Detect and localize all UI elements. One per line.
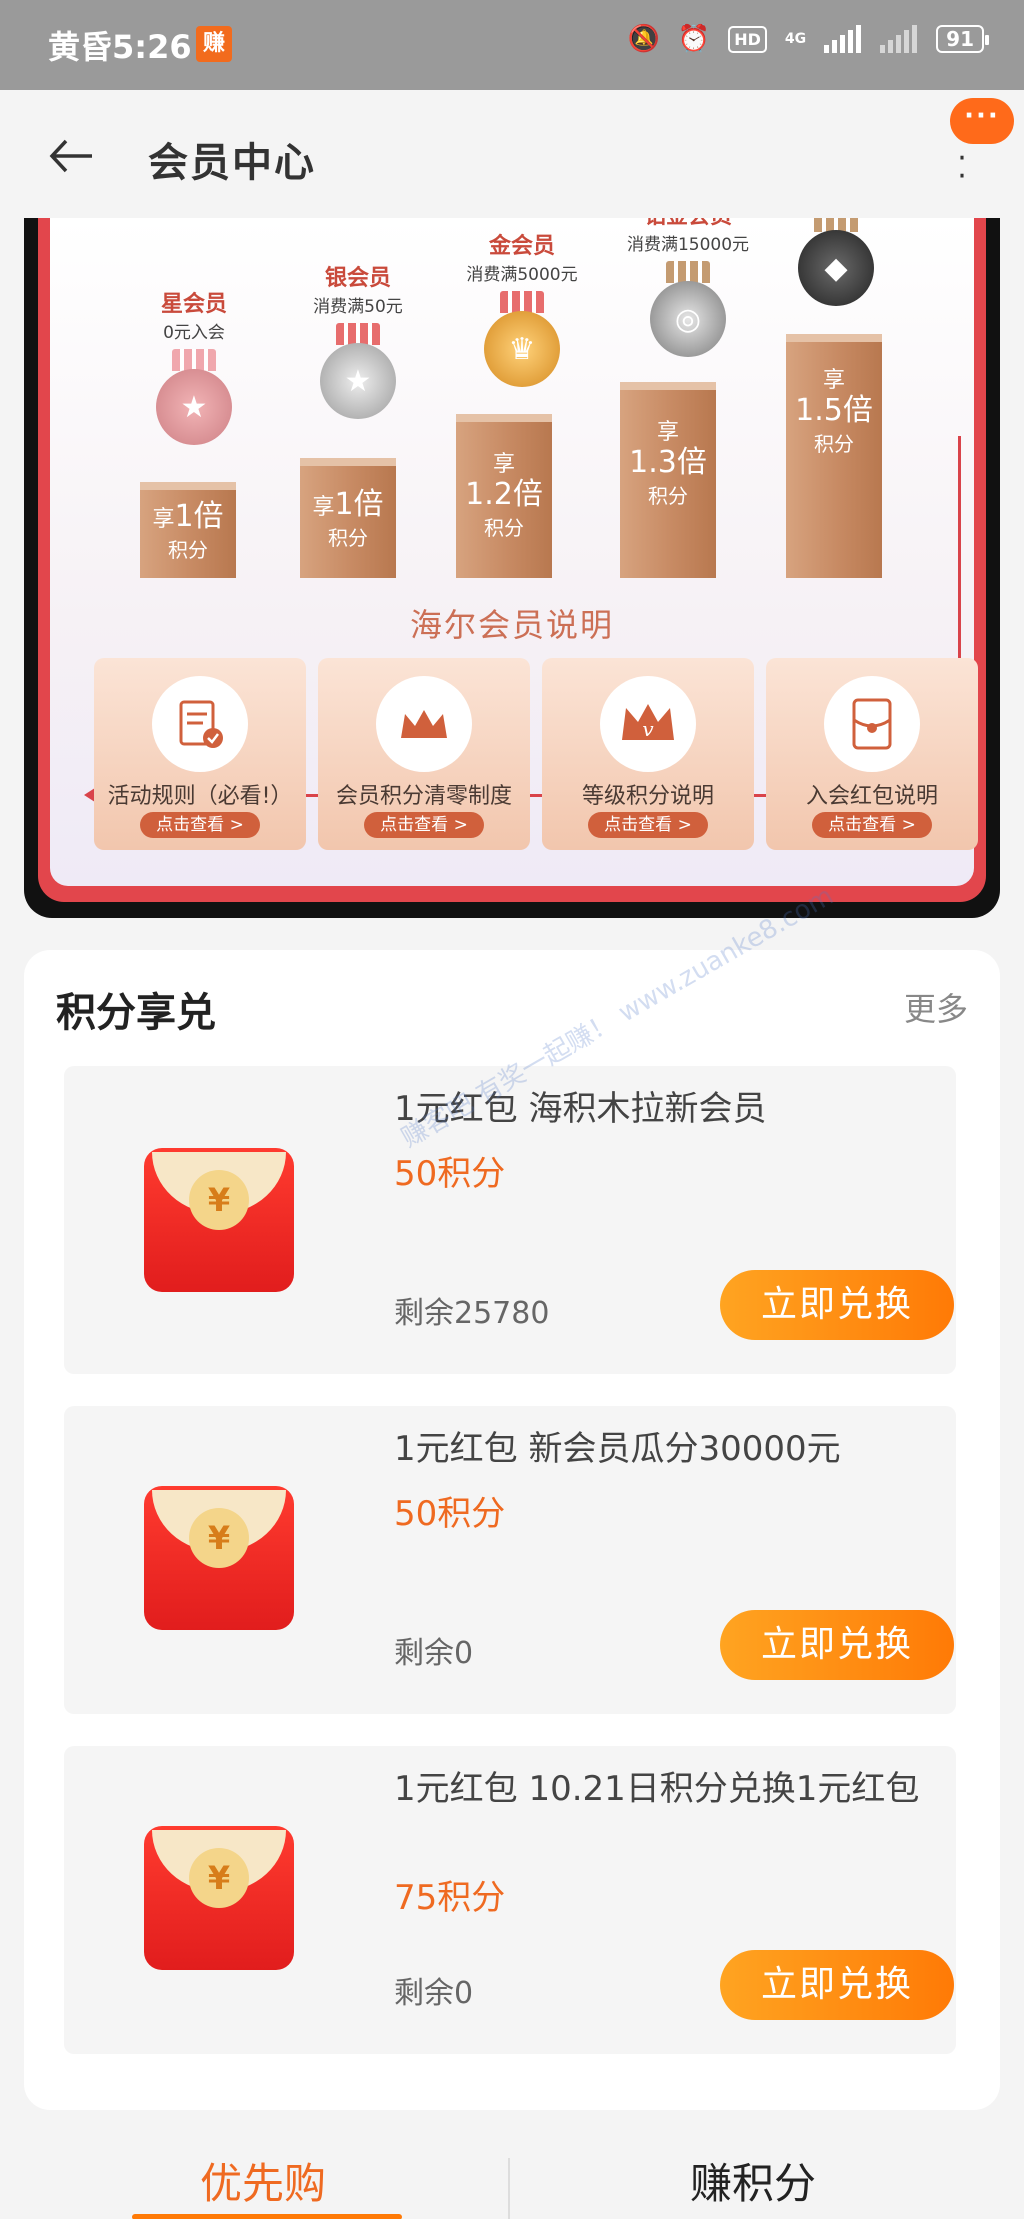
tier-condition: 消费满15000元 — [626, 235, 750, 255]
active-tab-indicator — [132, 2214, 402, 2219]
section-title: 积分享兑 — [56, 990, 216, 1036]
feature-label: 活动规则（必看!） — [107, 784, 293, 809]
tier-platinum: 铂金会员 消费满15000元 ◎ — [608, 218, 768, 361]
header: 会员中心 ··· · · — [0, 90, 1024, 218]
pillar-enjoy: 享 — [822, 368, 845, 393]
feature-level-points[interactable]: v 等级积分说明 点击查看 > — [542, 658, 754, 850]
star-medal-icon: ★ — [154, 349, 234, 449]
tier-condition: 消费满50元 — [313, 297, 403, 317]
redeem-button[interactable]: 立即兑换 — [720, 1270, 954, 1340]
svg-text:v: v — [642, 717, 654, 741]
tab-priority-buy[interactable]: 优先购 — [200, 2150, 326, 2211]
platinum-medal-icon: ◎ — [648, 261, 728, 361]
item-points: 50积分 — [394, 1494, 506, 1534]
exchange-item[interactable]: ¥ 1元红包 10.21日积分兑换1元红包 75积分 剩余0 立即兑换 — [64, 1746, 956, 2054]
red-envelope-icon: ¥ — [144, 1486, 294, 1630]
feature-label: 等级积分说明 — [581, 784, 714, 809]
tab-divider — [508, 2158, 510, 2219]
floating-more-button[interactable]: ··· — [950, 98, 1014, 144]
tier-pillar-diamond: 享 1.5倍 积分 — [786, 334, 882, 578]
exchange-item[interactable]: ¥ 1元红包 新会员瓜分30000元 50积分 剩余0 立即兑换 — [64, 1406, 956, 1714]
item-title: 1元红包 10.21日积分兑换1元红包 — [394, 1769, 920, 1809]
tier-name: 铂金会员 — [608, 218, 768, 230]
view-button[interactable]: 点击查看 > — [812, 812, 932, 838]
pillar-multiplier: 1.2倍 — [465, 477, 543, 512]
redeem-button[interactable]: 立即兑换 — [720, 1610, 954, 1680]
member-explanation-title: 海尔会员说明 — [409, 606, 614, 644]
feature-label: 会员积分清零制度 — [335, 784, 512, 809]
bottom-tabs: 优先购 赚积分 — [0, 2130, 1024, 2219]
pillar-points: 积分 — [328, 526, 368, 550]
tier-condition: 0元入会 — [163, 323, 225, 343]
menu-dots-icon[interactable]: · · — [950, 144, 974, 210]
signal-icon-2 — [880, 25, 918, 53]
tier-name: 星会员 — [160, 292, 227, 317]
pillar-points: 积分 — [814, 432, 854, 456]
alarm-icon: ⏰ — [677, 24, 711, 54]
view-button[interactable]: 点击查看 > — [140, 812, 260, 838]
tier-pillar-platinum: 享 1.3倍 积分 — [620, 382, 716, 578]
pillar-points: 积分 — [648, 484, 688, 508]
pillar-multiplier: 1倍 — [174, 499, 224, 534]
item-remaining: 剩余0 — [394, 1976, 474, 2011]
points-exchange-card: 积分享兑 更多 ¥ 1元红包 海积木拉新会员 50积分 剩余25780 立即兑换… — [24, 881, 1000, 2110]
pillar-multiplier: 1.3倍 — [629, 445, 707, 480]
feature-join-red-envelope[interactable]: 入会红包说明 点击查看 > — [766, 658, 978, 850]
back-arrow-icon[interactable] — [44, 128, 100, 184]
exchange-item[interactable]: ¥ 1元红包 海积木拉新会员 50积分 剩余25780 立即兑换 — [64, 1066, 956, 1374]
mute-bell-icon: 🔕 — [627, 24, 660, 54]
tier-name: 金会员 — [488, 234, 555, 259]
red-envelope-icon — [824, 676, 920, 772]
hd-icon: HD — [728, 25, 767, 53]
view-button[interactable]: 点击查看 > — [364, 812, 484, 838]
tier-silver: 银会员 消费满50元 ★ — [288, 260, 428, 423]
red-envelope-icon: ¥ — [144, 1148, 294, 1292]
diamond-medal-icon: ◆ — [796, 218, 876, 310]
silver-medal-icon: ★ — [318, 323, 398, 423]
tier-diamond: ◆ — [776, 218, 896, 310]
signal-icon — [824, 25, 862, 53]
pillar-enjoy: 享 — [656, 420, 679, 445]
status-bar: 黄昏5:26 赚 🔕 ⏰ HD 4G 91 — [0, 0, 1024, 90]
red-envelope-icon: ¥ — [144, 1826, 294, 1970]
tier-condition: 消费满5000元 — [466, 265, 578, 285]
pillar-points: 积分 — [484, 516, 524, 540]
item-title: 1元红包 新会员瓜分30000元 — [394, 1429, 841, 1469]
network-type: 4G — [784, 31, 807, 47]
pillar-enjoy: 享 — [152, 507, 175, 532]
redeem-button[interactable]: 立即兑换 — [720, 1950, 954, 2020]
view-button[interactable]: 点击查看 > — [588, 812, 708, 838]
v-crown-icon: v — [600, 676, 696, 772]
pillar-multiplier: 1倍 — [334, 487, 384, 522]
feature-activity-rules[interactable]: 活动规则（必看!） 点击查看 > — [94, 658, 306, 850]
item-points: 75积分 — [394, 1878, 506, 1918]
tier-star: 星会员 0元入会 ★ — [124, 286, 264, 449]
pillar-multiplier: 1.5倍 — [795, 393, 873, 428]
gold-medal-icon: ♛ — [482, 291, 562, 391]
tier-name: 银会员 — [324, 266, 391, 291]
tab-earn-points[interactable]: 赚积分 — [690, 2150, 816, 2211]
status-icons: 🔕 ⏰ HD 4G 91 — [627, 24, 989, 54]
pillar-points: 积分 — [168, 538, 208, 562]
app-notification-icon: 赚 — [196, 26, 232, 62]
item-remaining: 剩余0 — [394, 1636, 474, 1671]
status-time: 黄昏5:26 — [48, 28, 192, 66]
feature-points-reset[interactable]: 会员积分清零制度 点击查看 > — [318, 658, 530, 850]
tier-pillar-gold: 享 1.2倍 积分 — [456, 414, 552, 578]
membership-banner: 星会员 0元入会 ★ 享1倍 积分 银会员 消费满50元 ★ 享1倍 积分 金会… — [24, 218, 1000, 918]
more-link[interactable]: 更多 — [904, 984, 968, 1030]
pillar-enjoy: 享 — [492, 452, 515, 477]
tier-pillar-star: 享1倍 积分 — [140, 482, 236, 578]
item-remaining: 剩余25780 — [394, 1296, 550, 1331]
feature-label: 入会红包说明 — [805, 784, 938, 809]
crown-icon — [376, 676, 472, 772]
tier-pillar-silver: 享1倍 积分 — [300, 458, 396, 578]
battery-icon: 91 — [936, 25, 989, 53]
tier-gold: 金会员 消费满5000元 ♛ — [442, 228, 602, 391]
document-check-icon — [152, 676, 248, 772]
pillar-enjoy: 享 — [312, 495, 335, 520]
page-title: 会员中心 — [148, 140, 316, 186]
feature-row: 活动规则（必看!） 点击查看 > 会员积分清零制度 点击查看 > v 等级积分说… — [94, 658, 978, 850]
